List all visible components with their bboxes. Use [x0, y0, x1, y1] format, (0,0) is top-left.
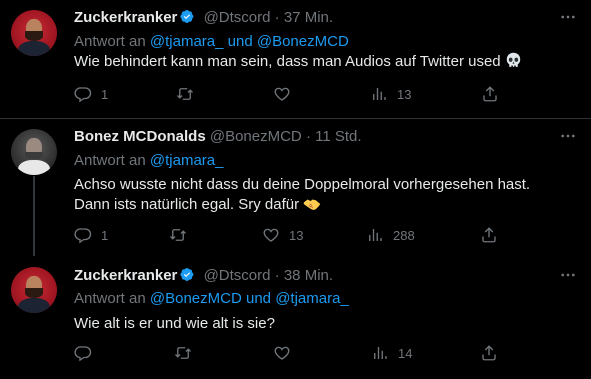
tweet-text-wrap: Wie alt is er und wie alt is sie?: [74, 314, 544, 334]
reply-count: 1: [101, 86, 109, 102]
skull-emoji: [506, 52, 521, 67]
avatar[interactable]: [11, 129, 57, 175]
reply-icon: [74, 85, 92, 103]
reply-prefix: Antwort an: [74, 290, 146, 307]
views-icon: [371, 344, 389, 362]
views-count: 13: [397, 86, 412, 102]
timestamp[interactable]: 11 Std.: [315, 128, 361, 145]
mention-link[interactable]: @BonezMCD: [257, 33, 349, 50]
mention-link[interactable]: @tjamara_: [275, 290, 349, 307]
reply-button[interactable]: [74, 342, 101, 364]
tweet-text-wrap: Wie behindert kann man sein, dass man Au…: [74, 52, 544, 72]
share-button[interactable]: [481, 83, 499, 105]
like-count: 13: [289, 227, 304, 243]
like-button[interactable]: [273, 83, 300, 105]
tweet-text: Achso wusste nicht dass du deine Doppelm…: [74, 176, 531, 213]
tweet-text: Wie alt is er und wie alt is sie?: [74, 315, 275, 332]
timestamp[interactable]: 38 Min.: [284, 267, 333, 284]
views-icon: [370, 85, 388, 103]
more-icon[interactable]: [557, 127, 579, 145]
reply-icon: [74, 344, 92, 362]
like-icon: [273, 344, 291, 362]
like-button[interactable]: [273, 342, 300, 364]
more-icon[interactable]: [557, 266, 579, 284]
tweet-text-wrap: Achso wusste nicht dass du deine Doppelm…: [74, 175, 549, 215]
retweet-button[interactable]: [176, 83, 203, 105]
separator: ·: [274, 9, 280, 26]
reply-joiner: und: [245, 290, 272, 307]
views-count: 14: [398, 345, 413, 361]
separator: ·: [305, 128, 311, 145]
retweet-icon: [174, 344, 192, 362]
views-button[interactable]: 13: [370, 83, 411, 105]
more-icon[interactable]: [557, 8, 579, 26]
like-icon: [273, 85, 291, 103]
like-icon: [262, 226, 280, 244]
views-button[interactable]: 14: [371, 342, 412, 364]
mention-link[interactable]: @tjamara_: [150, 152, 224, 169]
share-icon: [480, 344, 498, 362]
reply-count: 1: [101, 227, 109, 243]
like-button[interactable]: 13: [262, 224, 303, 246]
handshake-emoji: [304, 199, 321, 210]
reply-prefix: Antwort an: [74, 152, 146, 169]
author-handle[interactable]: @Dtscord: [204, 267, 271, 284]
reply-prefix: Antwort an: [74, 33, 146, 50]
retweet-button[interactable]: [174, 342, 201, 364]
tweet[interactable]: Bonez MCDonalds @BonezMCD · 11 Std. Antw…: [0, 119, 591, 259]
retweet-icon: [176, 85, 194, 103]
separator: ·: [274, 267, 280, 284]
reply-button[interactable]: 1: [74, 83, 108, 105]
tweet[interactable]: Zuckerkranker @Dtscord · 38 Min. Antwort…: [0, 259, 591, 379]
verified-badge-icon: [180, 268, 195, 281]
author-name[interactable]: Zuckerkranker: [74, 267, 177, 284]
avatar[interactable]: [11, 10, 57, 56]
views-count: 288: [393, 227, 415, 243]
reply-joiner: und: [227, 33, 253, 50]
retweet-icon: [169, 226, 187, 244]
author-name[interactable]: Zuckerkranker: [74, 9, 177, 26]
mention-link[interactable]: @BonezMCD: [150, 290, 242, 307]
share-button[interactable]: [480, 342, 498, 364]
avatar[interactable]: [11, 267, 57, 313]
verified-badge-icon: [180, 10, 195, 23]
author-handle[interactable]: @Dtscord: [204, 9, 271, 26]
tweet-text: Wie behindert kann man sein, dass man Au…: [74, 53, 501, 70]
views-button[interactable]: 288: [366, 224, 415, 246]
retweet-button[interactable]: [169, 224, 196, 246]
share-icon: [480, 226, 498, 244]
reply-icon: [74, 226, 92, 244]
reply-button[interactable]: 1: [74, 224, 108, 246]
author-handle[interactable]: @BonezMCD: [210, 128, 302, 145]
views-icon: [366, 226, 384, 244]
share-icon: [481, 85, 499, 103]
share-button[interactable]: [480, 224, 498, 246]
timestamp[interactable]: 37 Min.: [284, 9, 333, 26]
author-name[interactable]: Bonez MCDonalds: [74, 128, 206, 145]
mention-link[interactable]: @tjamara_: [150, 33, 224, 50]
tweet[interactable]: Zuckerkranker @Dtscord · 37 Min. Antwort…: [0, 0, 591, 118]
